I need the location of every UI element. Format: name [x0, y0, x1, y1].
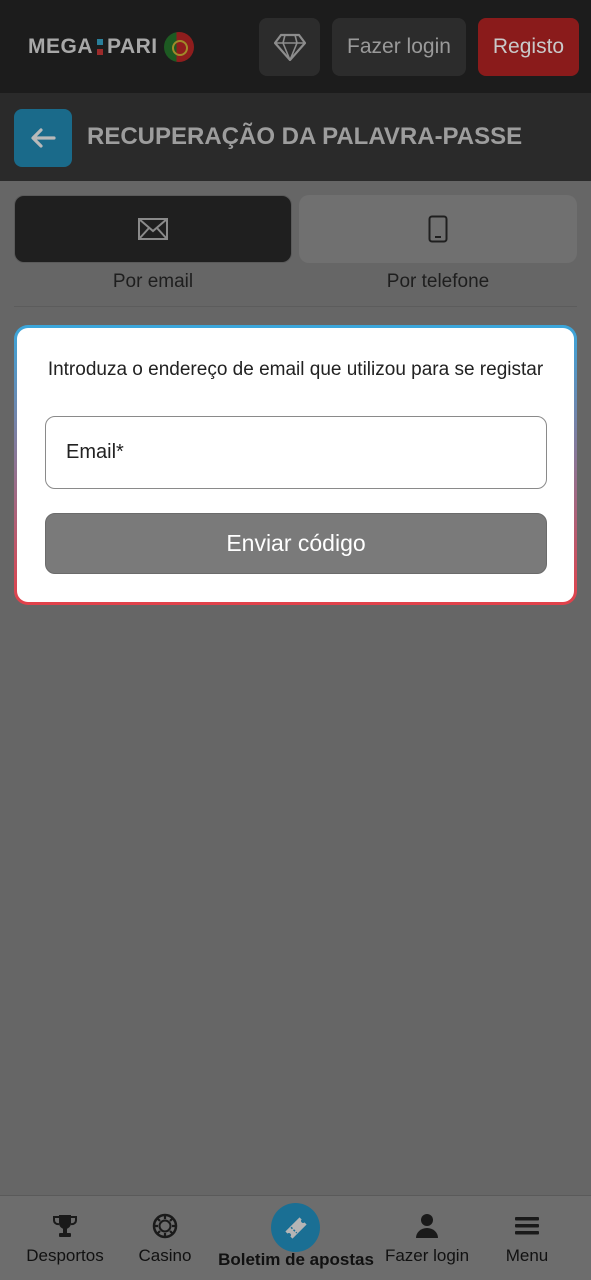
- casino-chip-icon: [152, 1213, 178, 1239]
- header-login-button[interactable]: Fazer login: [332, 18, 466, 76]
- tab-by-email[interactable]: [14, 195, 292, 263]
- bottom-navigation: Desportos Casino Boletim de apostas Faze…: [0, 1195, 591, 1280]
- diamond-icon: [273, 33, 306, 61]
- hamburger-icon: [515, 1217, 539, 1235]
- nav-label-sports: Desportos: [26, 1246, 104, 1265]
- logo-text-mega: MEGA: [28, 35, 93, 58]
- nav-label-betslip: Boletim de apostas: [218, 1250, 374, 1269]
- recovery-card-body: Introduza o endereço de email que utiliz…: [17, 328, 574, 602]
- portugal-flag-icon: [163, 32, 194, 62]
- tab-by-phone[interactable]: [299, 195, 577, 263]
- betslip-button[interactable]: [271, 1203, 320, 1252]
- megapari-logo[interactable]: MEGA PARI: [28, 30, 194, 64]
- logo-text-pari: PARI: [107, 35, 158, 58]
- instruction-text: Introduza o endereço de email que utiliz…: [47, 359, 544, 380]
- nav-label-login: Fazer login: [384, 1246, 470, 1265]
- tab-by-phone-label[interactable]: Por telefone: [299, 271, 577, 293]
- back-button[interactable]: [14, 109, 72, 167]
- user-icon: [416, 1214, 438, 1238]
- tab-by-email-label[interactable]: Por email: [14, 271, 292, 293]
- logo-dots: [97, 39, 103, 55]
- nav-item-sports[interactable]: Desportos: [15, 1196, 115, 1280]
- top-header: MEGA PARI Fazer login Registo: [0, 0, 591, 93]
- trophy-icon: [53, 1215, 77, 1237]
- recovery-card: Introduza o endereço de email que utiliz…: [14, 325, 577, 605]
- envelope-icon: [138, 218, 168, 240]
- nav-item-betslip[interactable]: Boletim de apostas: [215, 1196, 377, 1280]
- arrow-left-icon: [31, 128, 56, 148]
- phone-icon: [428, 215, 448, 243]
- nav-label-casino: Casino: [138, 1246, 192, 1265]
- title-bar: RECUPERAÇÃO DA PALAVRA-PASSE: [0, 93, 591, 181]
- tabs-divider: [14, 306, 577, 307]
- page-title: RECUPERAÇÃO DA PALAVRA-PASSE: [87, 123, 523, 150]
- send-code-button[interactable]: Enviar código: [45, 513, 547, 574]
- ticket-icon: [284, 1216, 307, 1239]
- email-input[interactable]: [45, 416, 547, 489]
- nav-label-menu: Menu: [505, 1246, 549, 1265]
- nav-item-menu[interactable]: Menu: [477, 1196, 577, 1280]
- nav-item-casino[interactable]: Casino: [115, 1196, 215, 1280]
- header-register-button[interactable]: Registo: [478, 18, 579, 76]
- vip-diamond-button[interactable]: [259, 18, 320, 76]
- nav-item-login[interactable]: Fazer login: [377, 1196, 477, 1280]
